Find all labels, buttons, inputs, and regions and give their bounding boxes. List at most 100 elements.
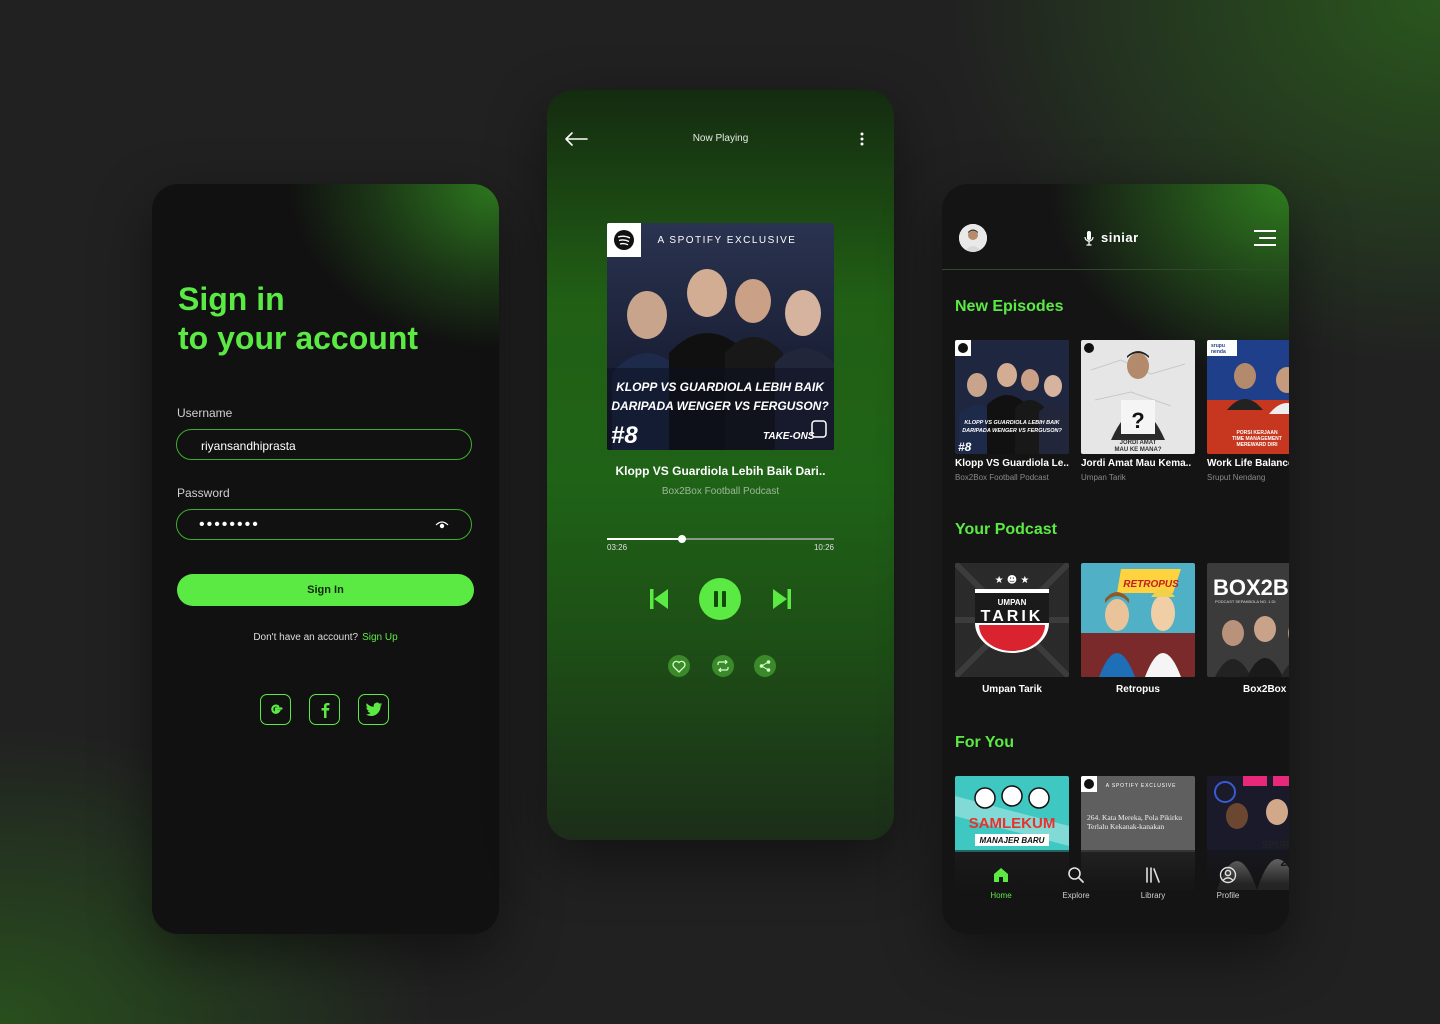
- username-value: riyansandhiprasta: [201, 439, 296, 453]
- podcast-card[interactable]: UMPAN TARIK ★ ☻ ★: [955, 563, 1069, 677]
- episode-card-show: Umpan Tarik: [1081, 473, 1126, 482]
- password-field[interactable]: ••••••••: [176, 509, 472, 540]
- next-icon[interactable]: [773, 589, 791, 609]
- podcast-card[interactable]: BOX2B PODCAST SEPAKBOLA NO. 1 DI: [1207, 563, 1289, 677]
- profile-icon: [1219, 866, 1237, 884]
- google-button[interactable]: [260, 694, 291, 725]
- nav-library-label: Library: [1140, 891, 1166, 900]
- heart-icon: [672, 660, 686, 673]
- section-your-podcast: Your Podcast: [955, 521, 1057, 538]
- svg-text:A SPOTIFY EXCLUSIVE: A SPOTIFY EXCLUSIVE: [1106, 783, 1176, 789]
- cover-number: #8: [611, 422, 638, 449]
- repeat-icon: [717, 660, 729, 672]
- library-icon: [1146, 867, 1160, 883]
- episode-title: Klopp VS Guardiola Lebih Baik Dari..: [615, 464, 826, 478]
- svg-text:?: ?: [1131, 408, 1144, 433]
- svg-text:BOX2B: BOX2B: [1213, 575, 1289, 600]
- twitter-button[interactable]: [358, 694, 389, 725]
- no-account-text: Don't have an account?: [253, 632, 359, 643]
- nav-profile-label: Profile: [1216, 891, 1240, 900]
- facebook-icon: [321, 702, 329, 718]
- signup-link[interactable]: Sign Up: [362, 632, 398, 643]
- nav-home-label: Home: [990, 891, 1012, 900]
- nav-home[interactable]: Home: [971, 866, 1031, 900]
- twitter-icon: [365, 702, 382, 716]
- elapsed-time: 03:26: [607, 543, 628, 552]
- cover-badge-text: A SPOTIFY EXCLUSIVE: [658, 235, 797, 246]
- home-screen: siniar New Episodes KLOPP VS GUARDIOLA L…: [942, 184, 1289, 934]
- nav-library[interactable]: Library: [1123, 866, 1183, 900]
- now-playing-screen: Now Playing A SPOTIFY EXCLUSIVE KLOPP VS…: [547, 90, 894, 840]
- signin-title-line2: to your account: [178, 320, 419, 356]
- recommended-art-text: 264. Kata Mereka, Pola Pikirku Terlalu K…: [1087, 814, 1182, 831]
- password-label: Password: [177, 486, 230, 500]
- recommended-art-text: SAMLEKUM: [969, 815, 1056, 832]
- progress-handle[interactable]: [677, 535, 686, 543]
- svg-text:KLOPP VS GUARDIOLA LEBIH BAIK: KLOPP VS GUARDIOLA LEBIH BAIK: [964, 420, 1060, 426]
- avatar[interactable]: [959, 224, 987, 252]
- signin-title-line1: Sign in: [178, 281, 285, 317]
- svg-text:MEREWARD DIRI: MEREWARD DIRI: [1236, 442, 1278, 448]
- signup-prompt: Don't have an account? Sign Up: [152, 632, 499, 643]
- share-icon: [759, 660, 771, 672]
- podcast-card-title: Retropus: [1116, 684, 1160, 695]
- menu-icon[interactable]: [1254, 229, 1276, 247]
- like-button[interactable]: [668, 655, 690, 677]
- bottom-navigation: Home Explore Library Profile: [942, 850, 1289, 934]
- episode-card[interactable]: srupu nenda PORSI KERJAAN TIME MANAGEMEN…: [1207, 340, 1289, 454]
- progress-fill: [607, 538, 682, 540]
- signin-screen: Sign in to your account Username riyansa…: [152, 184, 499, 934]
- show-name[interactable]: Box2Box Football Podcast: [547, 486, 894, 497]
- svg-text:#8: #8: [958, 440, 972, 454]
- more-options-icon[interactable]: [860, 132, 864, 146]
- episode-card-title: Klopp VS Guardiola Le..: [955, 458, 1069, 469]
- episode-card[interactable]: ? JORDI AMAT MAU KE MANA?: [1081, 340, 1195, 454]
- episode-cover-art: A SPOTIFY EXCLUSIVE KLOPP VS GUARDIOLA L…: [607, 223, 834, 450]
- svg-text:PODCAST SEPAKBOLA NO. 1 DI: PODCAST SEPAKBOLA NO. 1 DI: [1215, 599, 1276, 604]
- username-label: Username: [177, 406, 233, 420]
- svg-text:JORDI AMAT: JORDI AMAT: [1120, 440, 1157, 446]
- signin-button[interactable]: Sign In: [177, 574, 474, 606]
- microphone-icon: [1084, 231, 1094, 246]
- username-field[interactable]: riyansandhiprasta: [176, 429, 472, 460]
- cover-headline-2: DARIPADA WENGER VS FERGUSON?: [611, 399, 829, 413]
- section-for-you: For You: [955, 734, 1014, 751]
- home-icon: [994, 868, 1008, 882]
- pause-icon: [714, 591, 726, 607]
- recommended-art-sub: MANAJER BARU: [980, 836, 1045, 845]
- nav-explore-label: Explore: [1062, 891, 1090, 900]
- episode-card-show: Box2Box Football Podcast: [955, 473, 1049, 482]
- nav-explore[interactable]: Explore: [1046, 866, 1106, 900]
- pause-button[interactable]: [699, 578, 741, 620]
- podcast-card-title: Box2Box: [1243, 684, 1287, 695]
- episode-card-title: Work Life Balance: [1207, 458, 1289, 469]
- section-new-episodes: New Episodes: [955, 298, 1064, 315]
- episode-card-show: Sruput Nendang: [1207, 473, 1266, 482]
- repeat-button[interactable]: [712, 655, 734, 677]
- svg-text:MAU KE MANA?: MAU KE MANA?: [1115, 447, 1162, 453]
- episode-card[interactable]: KLOPP VS GUARDIOLA LEBIH BAIK DARIPADA W…: [955, 340, 1069, 454]
- search-icon: [1068, 867, 1084, 883]
- share-button[interactable]: [754, 655, 776, 677]
- svg-text:★ ☻ ★: ★ ☻ ★: [995, 574, 1030, 586]
- svg-text:TARIK: TARIK: [981, 608, 1044, 625]
- previous-icon[interactable]: [650, 589, 668, 609]
- nav-profile[interactable]: Profile: [1198, 866, 1258, 900]
- svg-text:UMPAN: UMPAN: [998, 598, 1027, 607]
- show-password-icon[interactable]: [435, 519, 449, 531]
- episode-card-title: Jordi Amat Mau Kema..: [1081, 458, 1192, 469]
- signin-title: Sign in to your account: [178, 280, 418, 358]
- password-value: ••••••••: [199, 516, 260, 533]
- facebook-button[interactable]: [309, 694, 340, 725]
- progress-bar[interactable]: [607, 535, 834, 543]
- svg-text:DARIPADA WENGER VS FERGUSON?: DARIPADA WENGER VS FERGUSON?: [962, 428, 1062, 434]
- google-icon: [270, 703, 283, 714]
- podcast-card-title: Umpan Tarik: [982, 684, 1042, 695]
- cover-brand: TAKE-ONS: [763, 431, 815, 442]
- header-divider: [942, 269, 1289, 270]
- podcast-card[interactable]: RETROPUS: [1081, 563, 1195, 677]
- svg-text:RETROPUS: RETROPUS: [1123, 579, 1179, 590]
- app-brand: siniar: [1101, 230, 1139, 245]
- svg-text:nenda: nenda: [1211, 349, 1226, 355]
- cover-headline-1: KLOPP VS GUARDIOLA LEBIH BAIK: [616, 380, 825, 394]
